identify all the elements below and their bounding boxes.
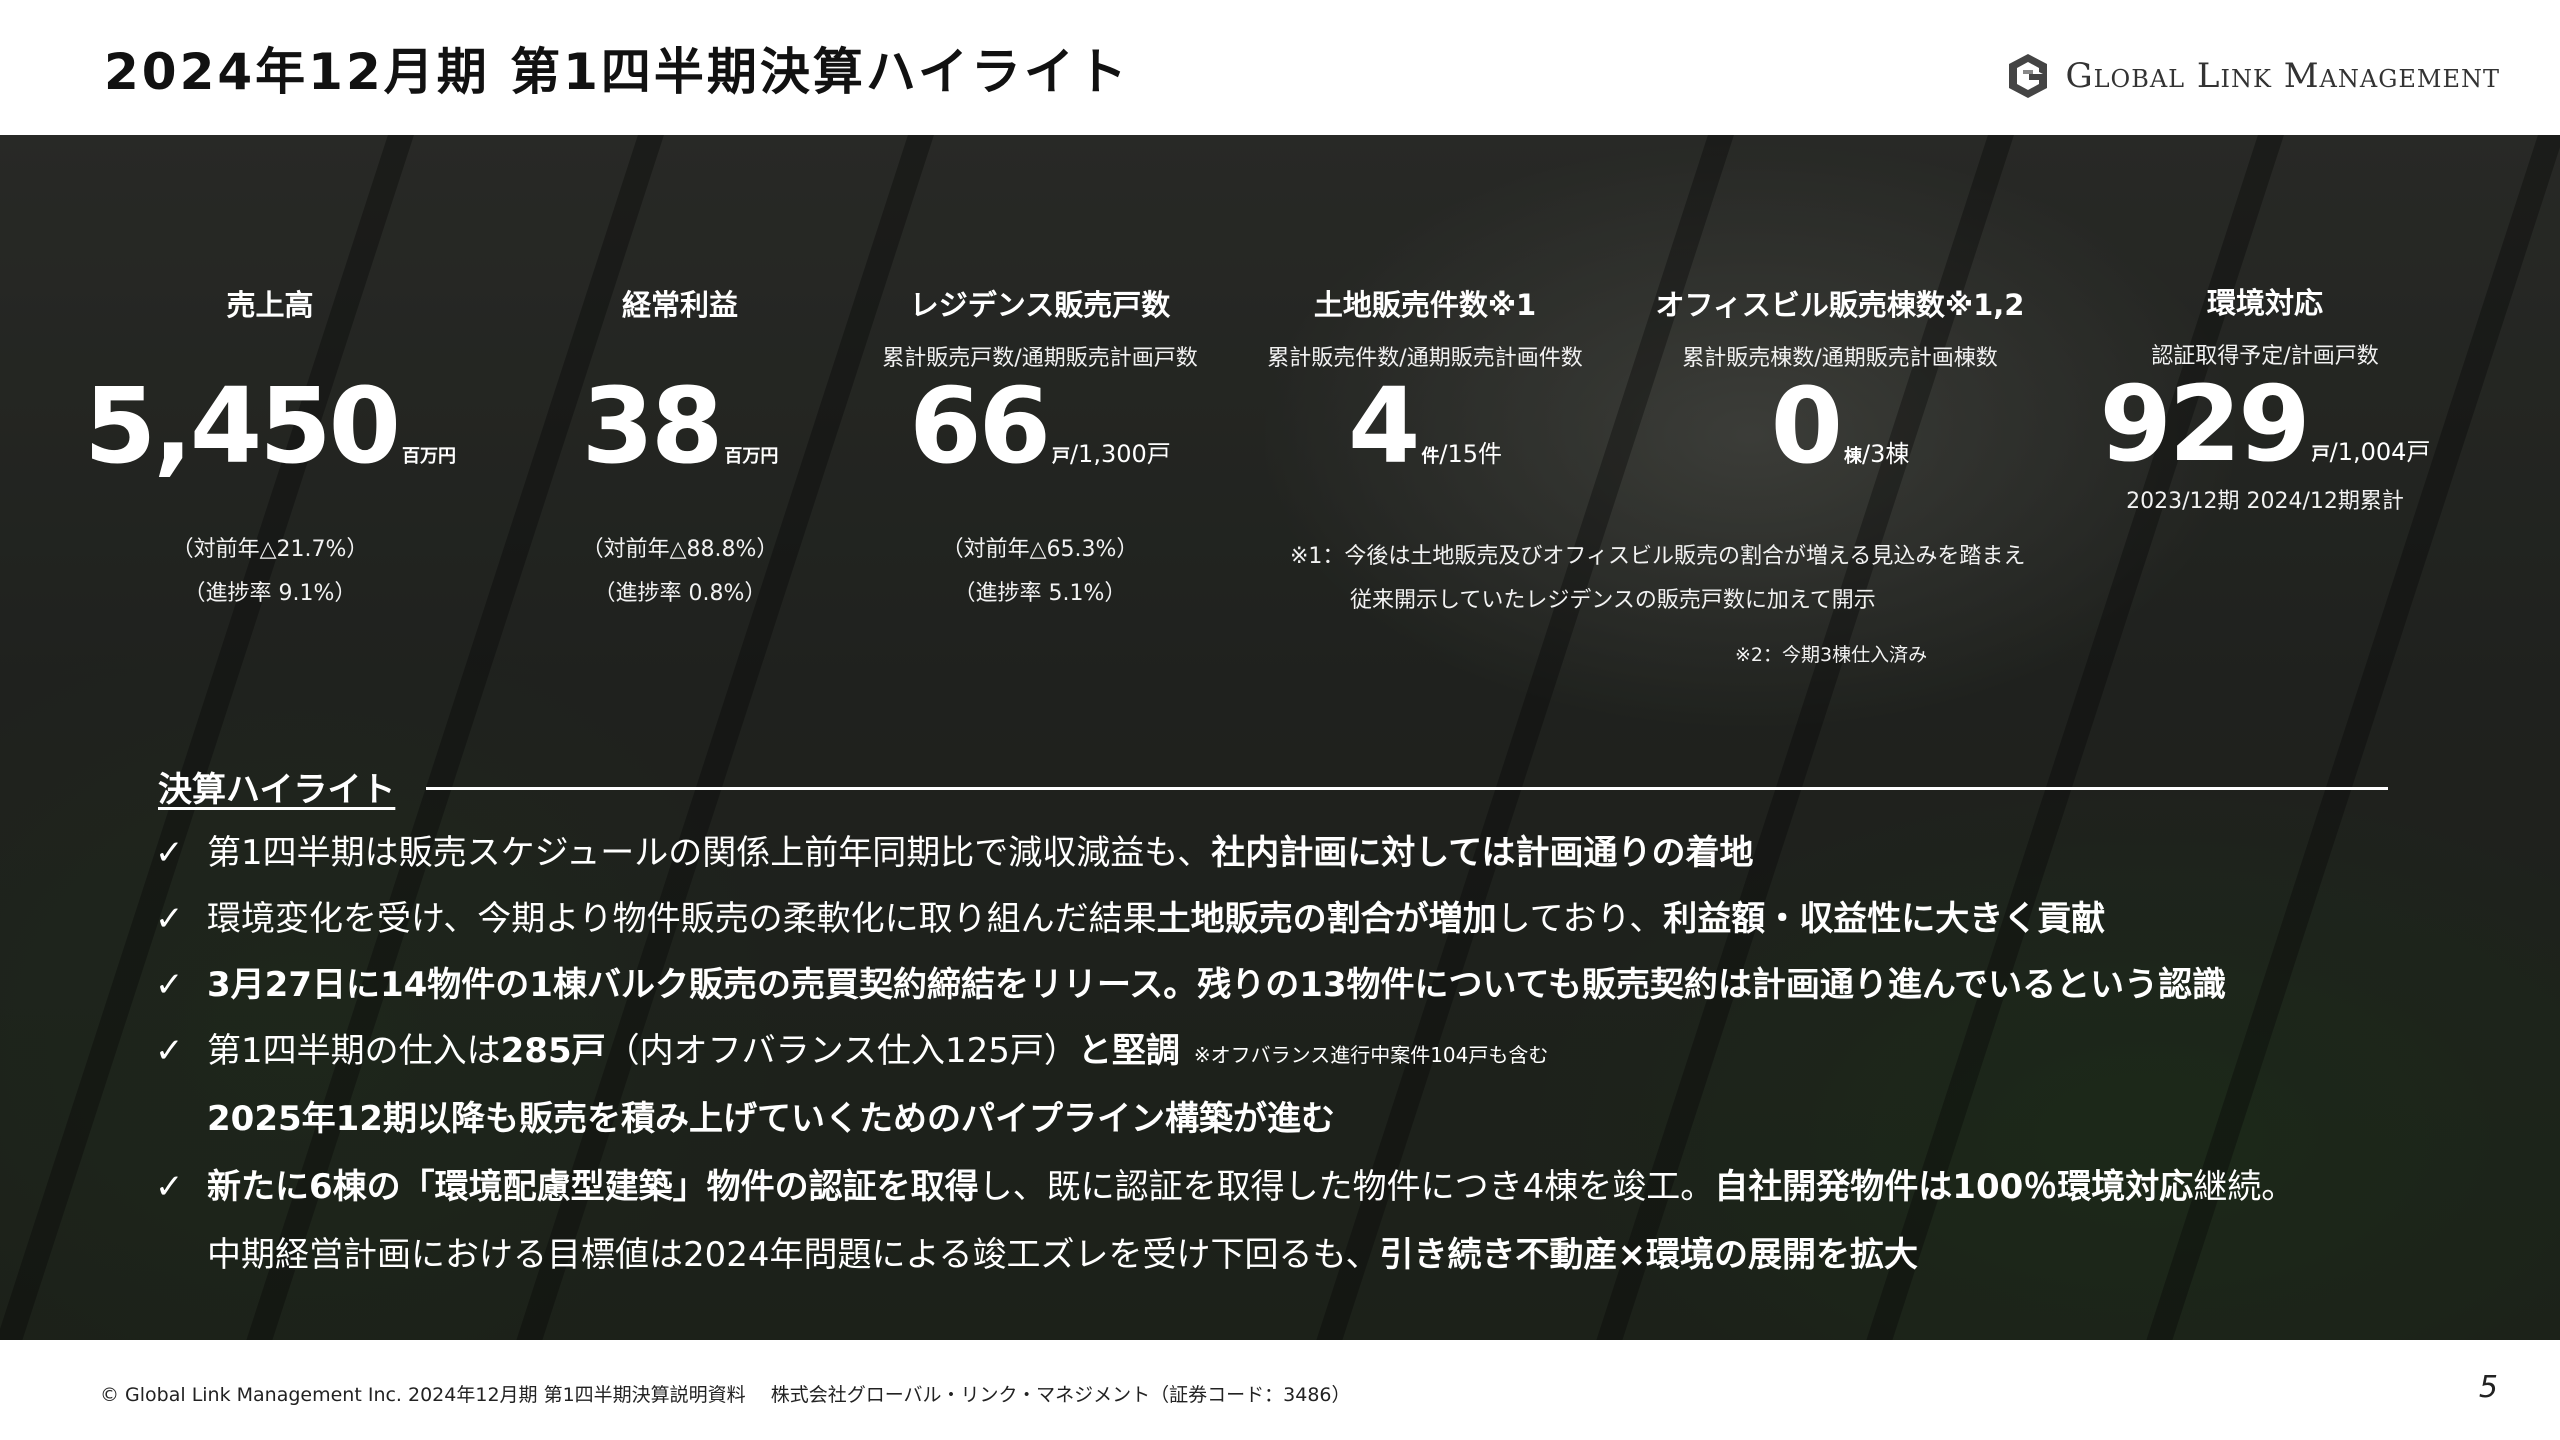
kpi-environment: 環境対応 認証取得予定/計画戸数 929 戸/1,004戸 2023/12期 20…: [2075, 280, 2455, 524]
kpi-subtitle: 累計販売件数/通期販売計画件数: [1267, 346, 1583, 371]
kpi-subtitle: [490, 340, 870, 368]
kpi-number: 4: [1348, 365, 1420, 487]
check-icon: ✓: [155, 899, 184, 939]
kpi-fraction: /3棟: [1862, 440, 1910, 468]
kpi-value: 66 戸/1,300戸: [850, 374, 1230, 478]
kpi-number: 5,450: [84, 365, 401, 487]
footnote-2: ※2：今期3棟仕入済み: [1735, 644, 1928, 666]
kpi-title: 土地販売件数※1: [1313, 288, 1537, 322]
kpi-note: （進捗率 5.1%）: [953, 581, 1127, 606]
highlight-item-cont: 2025年12期以降も販売を積み上げていくためのパイプライン構築が進む: [207, 1094, 1335, 1144]
kpi-land-sales: 土地販売件数※1 累計販売件数/通期販売計画件数 4 件/15件: [1235, 282, 1615, 478]
kpi-subtitle: 累計販売棟数/通期販売計画棟数: [1682, 346, 1998, 371]
kpi-title: オフィスビル販売棟数※1,2: [1655, 288, 2025, 322]
highlights-divider: [426, 787, 2388, 790]
highlight-bold: 利益額・収益性に大きく貢献: [1663, 899, 2106, 939]
glm-logo-icon: [2009, 54, 2048, 98]
kpi-unit: 件: [1421, 446, 1440, 467]
highlight-bold: 土地販売の割合が増加: [1156, 899, 1497, 939]
kpi-value: 4 件/15件: [1235, 374, 1615, 478]
kpi-fraction: /1,300戸: [1069, 440, 1171, 468]
kpi-number: 38: [581, 365, 724, 487]
kpi-unit: 百万円: [724, 446, 779, 467]
kpi-title: 環境対応: [2206, 286, 2323, 320]
kpi-number: 929: [2099, 363, 2311, 485]
kpi-fraction: /1,004戸: [2329, 438, 2431, 466]
check-icon: ✓: [155, 1167, 184, 1207]
kpi-subtitle: [80, 340, 460, 368]
page-number: 5: [2478, 1370, 2498, 1405]
kpi-title: 売上高: [226, 288, 314, 322]
kpi-note: （対前年△65.3%）: [941, 537, 1139, 562]
company-logo: Global Link Management: [2005, 46, 2500, 106]
kpi-note: （対前年△88.8%）: [581, 537, 779, 562]
kpi-title: 経常利益: [621, 288, 738, 322]
kpi-number: 66: [909, 365, 1051, 487]
kpi-office-buildings: オフィスビル販売棟数※1,2 累計販売棟数/通期販売計画棟数 0 棟/3棟: [1650, 282, 2030, 478]
highlight-bold: 3月27日に14物件の1棟バルク販売の売買契約締結をリリース。残りの13物件につ…: [207, 965, 2227, 1005]
kpi-subtitle: 累計販売戸数/通期販売計画戸数: [882, 346, 1198, 371]
kpi-value: 38 百万円: [490, 374, 870, 478]
page-title: 2024年12月期 第1四半期決算ハイライト: [104, 43, 1130, 101]
kpi-fraction: /15件: [1439, 440, 1502, 468]
kpi-number: 0: [1770, 365, 1843, 487]
highlight-text: 継続。: [2193, 1167, 2296, 1207]
highlight-bold: 引き続き不動産×環境の展開を拡大: [1379, 1235, 1919, 1275]
highlight-text: 第1四半期は販売スケジュールの関係上前年同期比で減収減益も、: [207, 833, 1212, 873]
check-icon: ✓: [155, 1031, 184, 1071]
kpi-note: （進捗率 9.1%）: [183, 581, 357, 606]
kpi-note: 2023/12期 2024/12期累計: [2126, 489, 2404, 514]
highlight-bold: 社内計画に対しては計画通りの着地: [1211, 833, 1754, 873]
kpi-value: 5,450 百万円: [80, 374, 460, 478]
highlight-text: 第1四半期の仕入は: [207, 1031, 501, 1071]
highlight-text: しており、: [1496, 899, 1664, 939]
highlight-item: ✓ 新たに6棟の「環境配慮型建築」物件の認証を取得し、既に認証を取得した物件につき…: [155, 1162, 2295, 1212]
highlight-item: ✓ 3月27日に14物件の1棟バルク販売の売買契約締結をリリース。残りの13物件に…: [155, 960, 2226, 1010]
highlight-bold: 285戸: [500, 1031, 606, 1071]
check-icon: ✓: [155, 965, 184, 1005]
kpi-unit: 百万円: [401, 446, 456, 467]
check-icon: ✓: [155, 833, 184, 873]
highlights-heading: 決算ハイライト: [158, 770, 396, 810]
kpi-unit: 棟: [1844, 446, 1862, 467]
highlight-item: ✓ 第1四半期は販売スケジュールの関係上前年同期比で減収減益も、社内計画に対しては…: [155, 828, 1754, 878]
highlight-text: し、既に認証を取得した物件につき4棟を竣工。: [978, 1167, 1715, 1207]
highlight-bold: 新たに6棟の「環境配慮型建築」物件の認証を取得: [207, 1167, 979, 1207]
kpi-note: （対前年△21.7%）: [171, 537, 369, 562]
kpi-subtitle: 認証取得予定/計画戸数: [2151, 344, 2379, 369]
kpi-ordinary-profit: 経常利益 38 百万円 （対前年△88.8%） （進捗率 0.8%）: [490, 282, 870, 616]
highlight-bold: と堅調: [1077, 1031, 1180, 1071]
highlight-text: 環境変化を受け、今期より物件販売の柔軟化に取り組んだ結果: [207, 899, 1157, 939]
slide-header: 2024年12月期 第1四半期決算ハイライト Global Link Manag…: [0, 0, 2560, 135]
highlight-item: ✓ 第1四半期の仕入は285戸（内オフバランス仕入125戸）と堅調 ※オフバランス進…: [155, 1026, 1548, 1080]
kpi-title: レジデンス販売戸数: [909, 288, 1171, 322]
copyright-text: © Global Link Management Inc. 2024年12月期 …: [100, 1384, 1351, 1406]
kpi-value: 0 棟/3棟: [1650, 374, 2030, 478]
footnote-1-cont: 従来開示していたレジデンスの販売戸数に加えて開示: [1350, 588, 1876, 613]
highlight-text: （内オフバランス仕入125戸）: [605, 1031, 1078, 1071]
highlight-bold: 自社開発物件は100％環境対応: [1714, 1167, 2194, 1207]
kpi-unit: 戸: [1051, 446, 1070, 467]
footnote-1: ※1：今後は土地販売及びオフィスビル販売の割合が増える見込みを踏まえ: [1290, 544, 2026, 569]
highlight-text: 中期経営計画における目標値は2024年問題による竣工ズレを受け下回るも、: [207, 1235, 1380, 1275]
highlight-bold: 2025年12期以降も販売を積み上げていくためのパイプライン構築が進む: [207, 1099, 1335, 1139]
logo-text: Global Link Management: [2065, 56, 2500, 96]
highlight-item-cont: 中期経営計画における目標値は2024年問題による竣工ズレを受け下回るも、引き続き…: [207, 1230, 1918, 1280]
kpi-sales: 売上高 5,450 百万円 （対前年△21.7%） （進捗率 9.1%）: [80, 282, 460, 616]
kpi-residence-units: レジデンス販売戸数 累計販売戸数/通期販売計画戸数 66 戸/1,300戸 （対前…: [850, 282, 1230, 616]
kpi-note: （進捗率 0.8%）: [593, 581, 767, 606]
kpi-unit: 戸: [2311, 444, 2330, 465]
highlight-small-note: ※オフバランス進行中案件104戸も含む: [1193, 1043, 1549, 1067]
kpi-value: 929 戸/1,004戸: [2075, 372, 2455, 476]
highlight-item: ✓ 環境変化を受け、今期より物件販売の柔軟化に取り組んだ結果土地販売の割合が増加し…: [155, 894, 2105, 944]
